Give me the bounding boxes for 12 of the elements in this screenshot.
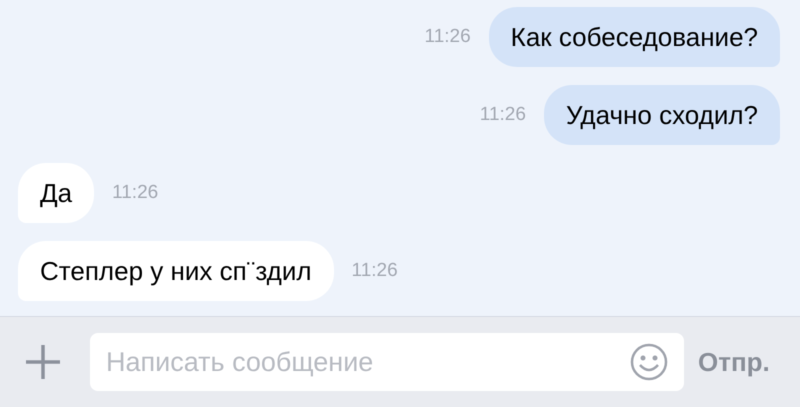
message-bubble: Да bbox=[18, 163, 94, 223]
message-time: 11:26 bbox=[112, 180, 158, 205]
message-bubble: Удачно сходил? bbox=[544, 85, 780, 145]
message-bubble: Как собеседование? bbox=[488, 7, 780, 67]
message-input[interactable]: Написать сообщение bbox=[90, 333, 684, 391]
message-time: 11:26 bbox=[424, 24, 471, 49]
plus-icon[interactable] bbox=[24, 343, 62, 381]
message-time: 11:26 bbox=[480, 102, 526, 127]
message-time: 11:26 bbox=[352, 258, 398, 283]
send-button[interactable]: Отпр. bbox=[698, 342, 770, 382]
message-bubble: Степлер у них сп¨здил bbox=[18, 241, 334, 301]
emoji-icon[interactable] bbox=[630, 343, 668, 381]
